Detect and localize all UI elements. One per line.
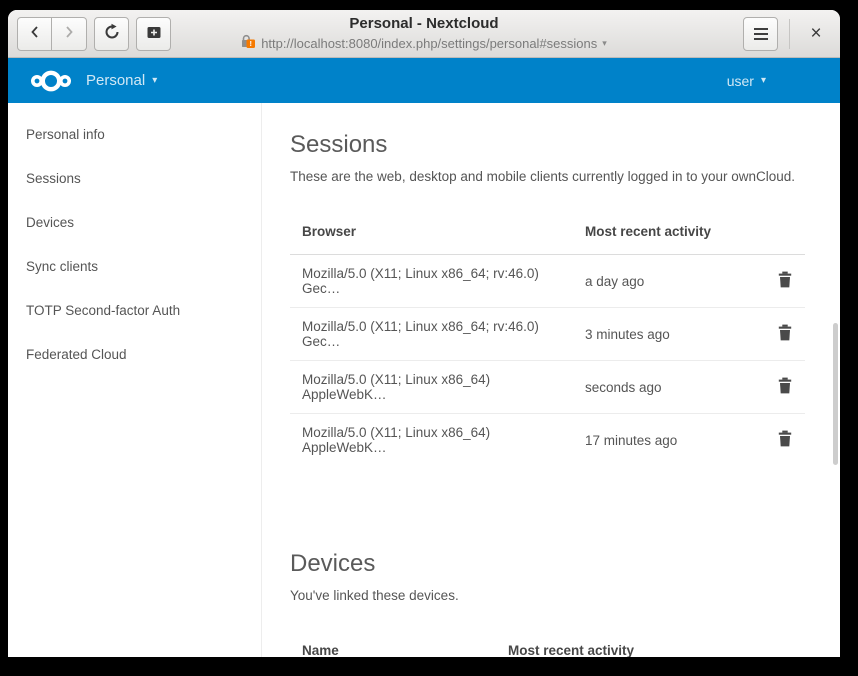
new-tab-button[interactable] [136,17,171,51]
reload-icon [103,23,121,44]
sidebar-item-sessions[interactable]: Sessions [8,156,261,200]
delete-session-button[interactable] [777,377,793,394]
devices-col-activity: Most recent activity [496,633,761,657]
window-title: Personal - Nextcloud [194,14,654,34]
main-area: Personal info Sessions Devices Sync clie… [8,103,840,657]
trash-icon [777,329,793,344]
devices-title: Devices [290,550,810,578]
scrollbar-thumb[interactable] [833,323,838,465]
table-row: Mozilla/5.0 (X11; Linux x86_64) AppleWeb… [290,361,805,414]
session-browser: Mozilla/5.0 (X11; Linux x86_64) AppleWeb… [290,361,573,414]
devices-description: You've linked these devices. [290,588,810,603]
sidebar-item-federated-cloud[interactable]: Federated Cloud [8,332,261,376]
session-activity: a day ago [573,255,761,308]
settings-sidebar: Personal info Sessions Devices Sync clie… [8,103,262,657]
user-menu-label: user [727,73,754,89]
sidebar-item-sync-clients[interactable]: Sync clients [8,244,261,288]
hamburger-icon [754,28,768,40]
session-activity: seconds ago [573,361,761,414]
menu-button[interactable] [743,17,778,51]
browser-titlebar: Personal - Nextcloud ! http://localhost:… [8,10,840,58]
sessions-col-activity: Most recent activity [573,214,761,255]
titlebar-right: × [743,17,831,51]
sidebar-item-totp[interactable]: TOTP Second-factor Auth [8,288,261,332]
titlebar-separator [789,19,790,49]
delete-session-button[interactable] [777,324,793,341]
sessions-title: Sessions [290,131,810,159]
nextcloud-logo-icon [30,67,72,95]
settings-content: Sessions These are the web, desktop and … [262,103,840,657]
table-row: Mozilla/5.0 (X11; Linux x86_64; rv:46.0)… [290,255,805,308]
forward-button[interactable] [52,17,87,51]
devices-table: Name Most recent activity Android 10 day… [290,633,805,657]
sessions-description: These are the web, desktop and mobile cl… [290,169,810,184]
table-row: Mozilla/5.0 (X11; Linux x86_64; rv:46.0)… [290,308,805,361]
browser-window: Personal - Nextcloud ! http://localhost:… [8,10,840,657]
svg-text:!: ! [250,39,253,48]
back-icon [27,24,43,43]
forward-icon [61,24,77,43]
trash-icon [777,435,793,450]
devices-section: Devices You've linked these devices. Nam… [290,550,810,657]
reload-button[interactable] [94,17,129,51]
nextcloud-header: Personal ▾ user ▾ [8,58,840,103]
user-menu[interactable]: user ▾ [727,73,766,89]
session-browser: Mozilla/5.0 (X11; Linux x86_64) AppleWeb… [290,414,573,467]
close-button[interactable]: × [801,19,831,49]
session-activity: 3 minutes ago [573,308,761,361]
sessions-section: Sessions These are the web, desktop and … [290,131,810,466]
url-text: http://localhost:8080/index.php/settings… [261,35,597,52]
user-menu-caret-icon: ▾ [761,75,766,86]
delete-session-button[interactable] [777,430,793,447]
new-tab-icon [145,23,163,44]
devices-col-name: Name [290,633,496,657]
table-row: Mozilla/5.0 (X11; Linux x86_64) AppleWeb… [290,414,805,467]
app-menu-caret-icon: ▾ [152,75,157,86]
app-menu[interactable]: Personal ▾ [86,72,157,89]
url-dropdown-caret-icon[interactable]: ▾ [602,35,607,52]
titlebar-center: Personal - Nextcloud ! http://localhost:… [194,14,654,53]
delete-session-button[interactable] [777,271,793,288]
app-menu-label: Personal [86,72,145,89]
session-activity: 17 minutes ago [573,414,761,467]
sidebar-item-personal-info[interactable]: Personal info [8,112,261,156]
trash-icon [777,276,793,291]
session-browser: Mozilla/5.0 (X11; Linux x86_64; rv:46.0)… [290,308,573,361]
session-browser: Mozilla/5.0 (X11; Linux x86_64; rv:46.0)… [290,255,573,308]
sessions-col-browser: Browser [290,214,573,255]
back-button[interactable] [17,17,52,51]
trash-icon [777,382,793,397]
nav-button-group [17,17,87,51]
sidebar-item-devices[interactable]: Devices [8,200,261,244]
insecure-lock-icon: ! [241,34,256,53]
sessions-table: Browser Most recent activity Mozilla/5.0… [290,214,805,466]
url-bar[interactable]: ! http://localhost:8080/index.php/settin… [194,34,654,53]
